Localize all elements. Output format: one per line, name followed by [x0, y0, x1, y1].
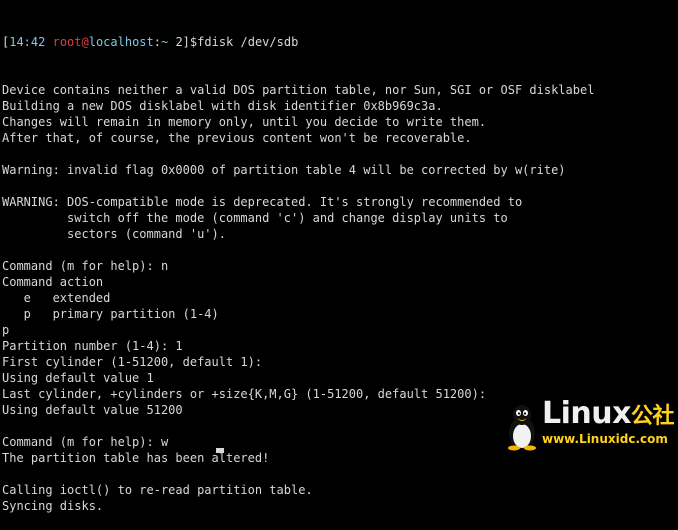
terminal-output-line: Device contains neither a valid DOS part… [2, 83, 595, 97]
terminal-output-line: Warning: invalid flag 0x0000 of partitio… [2, 163, 566, 177]
prompt-host: localhost [88, 35, 154, 49]
terminal-output-line: Command action [2, 275, 104, 289]
terminal-output-line: Partition number (1-4): 1 [2, 339, 183, 353]
watermark-title: Linux公社 [542, 397, 674, 434]
prompt-separator: : [153, 35, 161, 49]
prompt-user: root [52, 35, 82, 49]
terminal-output-line: sectors (command 'u'). [2, 227, 226, 241]
terminal-window[interactable]: [14:42 root@localhost:~ 2]$fdisk /dev/sd… [0, 0, 678, 513]
watermark-url: www.Linuxidc.com [542, 432, 668, 446]
prompt-line: [14:42 root@localhost:~ 2]$fdisk /dev/sd… [2, 34, 678, 50]
prompt-time: 14:42 [9, 35, 46, 49]
terminal-output-line: Syncing disks. [2, 499, 104, 513]
typed-command: fdisk /dev/sdb [197, 35, 299, 49]
terminal-output-line: Using default value 1 [2, 371, 154, 385]
text-cursor [216, 448, 224, 453]
terminal-output-line: p [2, 323, 10, 337]
watermark-title-cn: 公社 [630, 404, 675, 429]
terminal-output-line: switch off the mode (command 'c') and ch… [2, 211, 508, 225]
terminal-output-line: Building a new DOS disklabel with disk i… [2, 99, 443, 113]
prompt-history-number: 2] [168, 35, 190, 49]
terminal-output-line: Calling ioctl() to re-read partition tab… [2, 483, 313, 497]
watermark-title-text: Linux [542, 396, 631, 431]
watermark-logo: Linux公社 www.Linuxidc.com [502, 397, 678, 453]
terminal-output-line: e extended [2, 291, 111, 305]
terminal-output-line: Changes will remain in memory only, unti… [2, 115, 487, 129]
terminal-output-line: First cylinder (1-51200, default 1): [2, 355, 263, 369]
prompt-at: @ [81, 35, 89, 49]
terminal-output-line: Command (m for help): n [2, 259, 169, 273]
terminal-output-line: After that, of course, the previous cont… [2, 131, 472, 145]
tux-penguin-icon [508, 405, 536, 451]
terminal-output-line: p primary partition (1-4) [2, 307, 219, 321]
terminal-output-line: WARNING: DOS-compatible mode is deprecat… [2, 195, 523, 209]
